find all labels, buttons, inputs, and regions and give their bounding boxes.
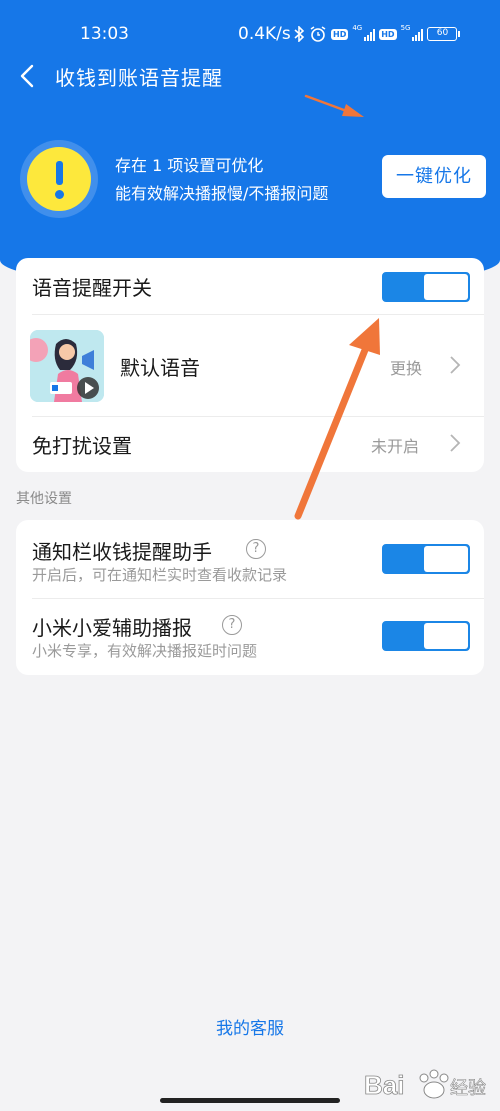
alert-message: 存在 1 项设置可优化	[115, 156, 264, 175]
notification-assistant-description: 开启后，可在通知栏实时查看收款记录	[32, 566, 288, 584]
signal-icon-2	[412, 28, 424, 41]
baidu-watermark: Bai 经验	[360, 1060, 500, 1106]
one-click-optimize-button[interactable]: 一键优化	[382, 155, 486, 198]
chevron-right-icon	[450, 356, 461, 374]
xiaoai-broadcast-label: 小米小爱辅助播报	[32, 616, 192, 640]
battery-icon: 60	[427, 27, 461, 41]
voice-switch-label: 语音提醒开关	[32, 276, 152, 300]
divider	[32, 416, 484, 417]
network-speed: 0.4K/s	[238, 24, 291, 44]
svg-text:经验: 经验	[450, 1078, 486, 1099]
divider	[32, 598, 484, 599]
status-bar: 13:03 0.4K/s HD 4G HD 5G 60	[0, 0, 500, 46]
chevron-right-icon	[450, 434, 461, 452]
hd-badge: HD	[331, 28, 349, 40]
divider	[32, 314, 484, 315]
other-settings-title: 其他设置	[16, 491, 72, 507]
bluetooth-icon	[294, 26, 305, 42]
toggle-knob	[424, 274, 468, 300]
page-title: 收钱到账语音提醒	[55, 66, 223, 90]
question-circle-icon[interactable]: ?	[246, 539, 266, 559]
alarm-icon	[310, 26, 326, 42]
xiaoai-broadcast-toggle[interactable]	[382, 621, 470, 651]
question-circle-icon[interactable]: ?	[222, 615, 242, 635]
hd-badge-2: HD	[379, 28, 397, 40]
customer-service-link[interactable]: 我的客服	[0, 1014, 500, 1039]
signal-icon	[364, 28, 376, 41]
voice-switch-toggle[interactable]	[382, 272, 470, 302]
dnd-settings-label[interactable]: 免打扰设置	[32, 430, 132, 459]
status-time: 13:03	[80, 24, 129, 44]
network-type-1: 4G	[352, 24, 363, 32]
notification-assistant-label: 通知栏收钱提醒助手	[32, 540, 212, 564]
alert-description: 能有效解决播报慢/不播报问题	[115, 184, 329, 203]
chevron-left-icon[interactable]	[14, 62, 42, 90]
status-icons: HD 4G HD 5G 60	[293, 24, 461, 44]
xiaoai-broadcast-description: 小米专享，有效解决播报延时问题	[32, 642, 258, 660]
default-voice-label: 默认语音	[120, 356, 200, 380]
network-type-2: 5G	[400, 24, 411, 32]
baidu-logo-icon: Bai 经验	[364, 1069, 486, 1100]
home-indicator	[160, 1098, 340, 1103]
other-settings-card: 通知栏收钱提醒助手 ? 开启后，可在通知栏实时查看收款记录 小米小爱辅助播报 ?…	[16, 520, 484, 675]
toggle-knob	[424, 623, 468, 649]
change-voice-link[interactable]: 更换	[390, 355, 422, 379]
default-voice-thumbnail[interactable]	[30, 330, 104, 402]
voice-settings-card: 语音提醒开关 默认语音 更换 免打扰设置 未开启	[16, 258, 484, 472]
notification-assistant-toggle[interactable]	[382, 544, 470, 574]
exclamation-circle-icon	[27, 147, 91, 211]
toggle-knob	[424, 546, 468, 572]
svg-text:Bai: Bai	[364, 1070, 404, 1100]
dnd-status: 未开启	[371, 437, 420, 456]
voice-illustration	[30, 330, 104, 402]
